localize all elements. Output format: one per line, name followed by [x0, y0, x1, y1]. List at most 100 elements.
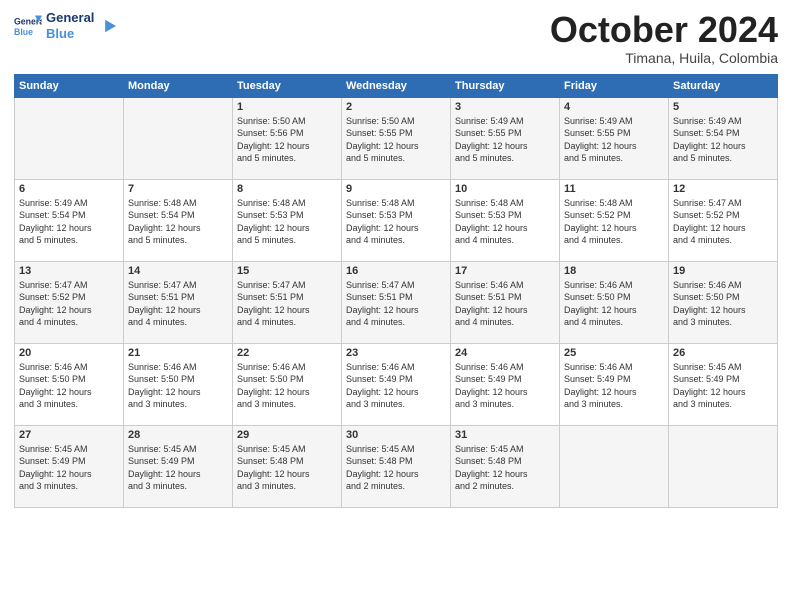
calendar-cell: 22 Sunrise: 5:46 AM Sunset: 5:50 PM Dayli…	[233, 343, 342, 425]
day-info: Sunrise: 5:47 AM Sunset: 5:52 PM Dayligh…	[673, 197, 773, 247]
day-info: Sunrise: 5:46 AM Sunset: 5:50 PM Dayligh…	[673, 279, 773, 329]
day-number: 25	[564, 347, 664, 359]
day-number: 7	[128, 183, 228, 195]
calendar-day-header: Thursday	[451, 74, 560, 97]
day-number: 24	[455, 347, 555, 359]
day-number: 10	[455, 183, 555, 195]
day-info: Sunrise: 5:45 AM Sunset: 5:49 PM Dayligh…	[673, 361, 773, 411]
day-info: Sunrise: 5:47 AM Sunset: 5:52 PM Dayligh…	[19, 279, 119, 329]
day-info: Sunrise: 5:45 AM Sunset: 5:48 PM Dayligh…	[455, 443, 555, 493]
day-info: Sunrise: 5:50 AM Sunset: 5:55 PM Dayligh…	[346, 115, 446, 165]
calendar-cell	[560, 425, 669, 507]
day-number: 14	[128, 265, 228, 277]
header: General Blue General Blue October 2024 T…	[14, 10, 778, 66]
page-container: General Blue General Blue October 2024 T…	[0, 0, 792, 518]
day-info: Sunrise: 5:48 AM Sunset: 5:52 PM Dayligh…	[564, 197, 664, 247]
calendar-cell: 19 Sunrise: 5:46 AM Sunset: 5:50 PM Dayli…	[669, 261, 778, 343]
day-info: Sunrise: 5:48 AM Sunset: 5:53 PM Dayligh…	[346, 197, 446, 247]
calendar-cell: 16Sunrise: 5:47 AM Sunset: 5:51 PM Dayli…	[342, 261, 451, 343]
title-block: October 2024 Timana, Huila, Colombia	[550, 10, 778, 66]
day-info: Sunrise: 5:47 AM Sunset: 5:51 PM Dayligh…	[128, 279, 228, 329]
calendar-cell	[124, 97, 233, 179]
logo-line2: Blue	[46, 26, 94, 42]
day-info: Sunrise: 5:46 AM Sunset: 5:50 PM Dayligh…	[564, 279, 664, 329]
day-number: 17	[455, 265, 555, 277]
day-info: Sunrise: 5:46 AM Sunset: 5:51 PM Dayligh…	[455, 279, 555, 329]
calendar-cell: 27 Sunrise: 5:45 AM Sunset: 5:49 PM Dayli…	[15, 425, 124, 507]
day-info: Sunrise: 5:45 AM Sunset: 5:48 PM Dayligh…	[346, 443, 446, 493]
calendar-cell: 26 Sunrise: 5:45 AM Sunset: 5:49 PM Dayli…	[669, 343, 778, 425]
svg-text:Blue: Blue	[14, 26, 33, 36]
day-number: 27	[19, 429, 119, 441]
day-info: Sunrise: 5:48 AM Sunset: 5:53 PM Dayligh…	[237, 197, 337, 247]
day-number: 28	[128, 429, 228, 441]
day-number: 29	[237, 429, 337, 441]
day-number: 5	[673, 101, 773, 113]
calendar-week-row: 20Sunrise: 5:46 AM Sunset: 5:50 PM Dayli…	[15, 343, 778, 425]
day-info: Sunrise: 5:50 AM Sunset: 5:56 PM Dayligh…	[237, 115, 337, 165]
calendar-cell: 6 Sunrise: 5:49 AM Sunset: 5:54 PM Daylig…	[15, 179, 124, 261]
calendar-day-header: Wednesday	[342, 74, 451, 97]
calendar-cell: 18 Sunrise: 5:46 AM Sunset: 5:50 PM Dayli…	[560, 261, 669, 343]
day-number: 13	[19, 265, 119, 277]
calendar-week-row: 27 Sunrise: 5:45 AM Sunset: 5:49 PM Dayli…	[15, 425, 778, 507]
day-number: 9	[346, 183, 446, 195]
day-info: Sunrise: 5:45 AM Sunset: 5:49 PM Dayligh…	[19, 443, 119, 493]
day-number: 31	[455, 429, 555, 441]
day-number: 22	[237, 347, 337, 359]
location-subtitle: Timana, Huila, Colombia	[550, 50, 778, 66]
calendar-day-header: Saturday	[669, 74, 778, 97]
day-info: Sunrise: 5:49 AM Sunset: 5:55 PM Dayligh…	[564, 115, 664, 165]
day-info: Sunrise: 5:48 AM Sunset: 5:54 PM Dayligh…	[128, 197, 228, 247]
calendar-cell: 1 Sunrise: 5:50 AM Sunset: 5:56 PM Daylig…	[233, 97, 342, 179]
calendar-cell: 14 Sunrise: 5:47 AM Sunset: 5:51 PM Dayli…	[124, 261, 233, 343]
calendar-cell: 12Sunrise: 5:47 AM Sunset: 5:52 PM Dayli…	[669, 179, 778, 261]
day-info: Sunrise: 5:46 AM Sunset: 5:50 PM Dayligh…	[237, 361, 337, 411]
day-number: 1	[237, 101, 337, 113]
day-info: Sunrise: 5:48 AM Sunset: 5:53 PM Dayligh…	[455, 197, 555, 247]
logo-line1: General	[46, 10, 94, 26]
month-title: October 2024	[550, 10, 778, 50]
calendar-cell	[669, 425, 778, 507]
calendar-cell: 11 Sunrise: 5:48 AM Sunset: 5:52 PM Dayli…	[560, 179, 669, 261]
calendar-cell: 31 Sunrise: 5:45 AM Sunset: 5:48 PM Dayli…	[451, 425, 560, 507]
calendar-cell: 29 Sunrise: 5:45 AM Sunset: 5:48 PM Dayli…	[233, 425, 342, 507]
day-info: Sunrise: 5:46 AM Sunset: 5:50 PM Dayligh…	[19, 361, 119, 411]
day-number: 6	[19, 183, 119, 195]
calendar-table: SundayMondayTuesdayWednesdayThursdayFrid…	[14, 74, 778, 508]
day-number: 19	[673, 265, 773, 277]
day-info: Sunrise: 5:47 AM Sunset: 5:51 PM Dayligh…	[237, 279, 337, 329]
calendar-week-row: 6 Sunrise: 5:49 AM Sunset: 5:54 PM Daylig…	[15, 179, 778, 261]
calendar-cell: 28Sunrise: 5:45 AM Sunset: 5:49 PM Dayli…	[124, 425, 233, 507]
calendar-cell	[15, 97, 124, 179]
calendar-cell: 25 Sunrise: 5:46 AM Sunset: 5:49 PM Dayli…	[560, 343, 669, 425]
day-info: Sunrise: 5:45 AM Sunset: 5:48 PM Dayligh…	[237, 443, 337, 493]
calendar-week-row: 13 Sunrise: 5:47 AM Sunset: 5:52 PM Dayli…	[15, 261, 778, 343]
day-info: Sunrise: 5:46 AM Sunset: 5:49 PM Dayligh…	[346, 361, 446, 411]
calendar-cell: 3Sunrise: 5:49 AM Sunset: 5:55 PM Daylig…	[451, 97, 560, 179]
day-number: 30	[346, 429, 446, 441]
logo: General Blue General Blue	[14, 10, 116, 41]
day-number: 8	[237, 183, 337, 195]
day-number: 18	[564, 265, 664, 277]
calendar-day-header: Tuesday	[233, 74, 342, 97]
calendar-cell: 21Sunrise: 5:46 AM Sunset: 5:50 PM Dayli…	[124, 343, 233, 425]
calendar-cell: 7 Sunrise: 5:48 AM Sunset: 5:54 PM Daylig…	[124, 179, 233, 261]
logo-arrow-icon	[98, 17, 116, 35]
calendar-cell: 2Sunrise: 5:50 AM Sunset: 5:55 PM Daylig…	[342, 97, 451, 179]
calendar-day-header: Sunday	[15, 74, 124, 97]
day-number: 26	[673, 347, 773, 359]
calendar-cell: 30 Sunrise: 5:45 AM Sunset: 5:48 PM Dayli…	[342, 425, 451, 507]
day-number: 4	[564, 101, 664, 113]
day-info: Sunrise: 5:49 AM Sunset: 5:54 PM Dayligh…	[19, 197, 119, 247]
day-number: 11	[564, 183, 664, 195]
calendar-cell: 23 Sunrise: 5:46 AM Sunset: 5:49 PM Dayli…	[342, 343, 451, 425]
day-number: 16	[346, 265, 446, 277]
calendar-header-row: SundayMondayTuesdayWednesdayThursdayFrid…	[15, 74, 778, 97]
day-number: 15	[237, 265, 337, 277]
day-number: 23	[346, 347, 446, 359]
logo-icon: General Blue	[14, 12, 42, 40]
calendar-cell: 10 Sunrise: 5:48 AM Sunset: 5:53 PM Dayli…	[451, 179, 560, 261]
calendar-cell: 20Sunrise: 5:46 AM Sunset: 5:50 PM Dayli…	[15, 343, 124, 425]
day-info: Sunrise: 5:46 AM Sunset: 5:49 PM Dayligh…	[564, 361, 664, 411]
